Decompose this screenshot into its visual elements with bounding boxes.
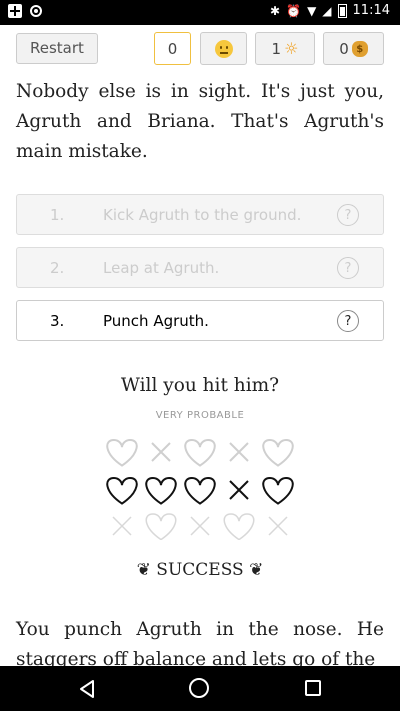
heart-die-icon	[262, 438, 294, 467]
mood-stat[interactable]	[200, 32, 247, 65]
roll-question: Will you hit him?	[120, 375, 280, 396]
heart-die-icon	[184, 438, 216, 467]
neutral-face-icon	[214, 39, 233, 58]
toolbar: Restart 0 1 ☼ 0 $	[16, 31, 384, 67]
heart-die-icon	[262, 476, 294, 505]
record-notification-icon	[30, 5, 42, 17]
stat-counter[interactable]: 0	[154, 32, 191, 65]
recent-apps-icon[interactable]	[305, 680, 321, 696]
cross-die-icon	[112, 516, 132, 536]
navigation-bar	[0, 666, 400, 711]
heart-die-icon	[145, 476, 177, 505]
bluetooth-icon: ✱	[270, 3, 281, 18]
choice-number: 2.	[50, 259, 65, 277]
choice-number: 1.	[50, 206, 65, 224]
probability-label: VERY PROBABLE	[155, 410, 245, 421]
choice-kick: 1. Kick Agruth to the ground. ?	[16, 194, 384, 235]
alarm-icon: ⏰	[286, 3, 302, 18]
status-bar: ✱ ⏰ ▼ ◢ 11:14	[0, 0, 400, 25]
sun-icon: ☼	[284, 39, 299, 58]
money-stat-value: 0	[339, 39, 349, 58]
sun-stat-value: 1	[271, 39, 282, 58]
stat-counter-value: 0	[167, 39, 178, 58]
cross-die-icon	[229, 480, 249, 500]
cross-die-icon	[151, 442, 171, 462]
heart-die-icon	[106, 438, 138, 467]
add-notification-icon	[8, 4, 22, 18]
back-icon[interactable]	[78, 679, 98, 699]
heart-die-icon	[106, 476, 138, 505]
cross-die-icon	[229, 442, 249, 462]
restart-button[interactable]: Restart	[16, 33, 98, 64]
choice-text: Kick Agruth to the ground.	[103, 206, 302, 224]
choice-text: Leap at Agruth.	[103, 259, 220, 277]
choice-text: Punch Agruth.	[103, 312, 209, 330]
roll-result: ❦ SUCCESS ❦	[136, 560, 264, 580]
clock: 11:14	[352, 3, 390, 18]
heart-die-icon	[223, 513, 255, 540]
home-icon[interactable]	[189, 678, 209, 698]
cross-die-icon	[190, 516, 210, 536]
money-bag-icon: $	[351, 40, 368, 57]
help-icon: ?	[337, 204, 359, 226]
cross-die-icon	[268, 516, 288, 536]
help-icon[interactable]: ?	[337, 310, 359, 332]
battery-icon	[337, 3, 347, 18]
help-icon: ?	[337, 257, 359, 279]
signal-icon: ◢	[322, 3, 332, 18]
wifi-icon: ▼	[307, 3, 317, 18]
heart-die-icon	[184, 476, 216, 505]
choice-number: 3.	[50, 312, 65, 330]
dice-roll-display	[106, 438, 294, 540]
choice-punch[interactable]: 3. Punch Agruth. ?	[16, 300, 384, 341]
story-paragraph: Nobody else is in sight. It's just you, …	[16, 81, 384, 162]
choice-leap: 2. Leap at Agruth. ?	[16, 247, 384, 288]
heart-die-icon	[145, 513, 177, 540]
money-stat[interactable]: 0 $	[323, 32, 384, 65]
sun-stat[interactable]: 1 ☼	[255, 32, 315, 65]
